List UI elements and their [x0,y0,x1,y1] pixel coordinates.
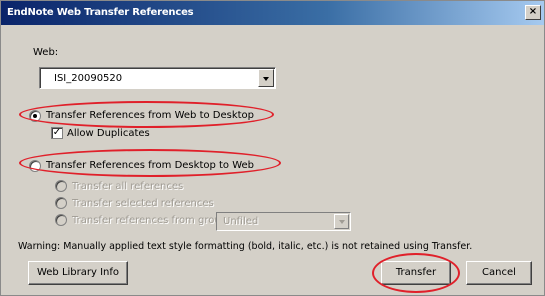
desktop-to-web-label: Transfer References from Desktop to Web [46,160,255,171]
web-library-info-button[interactable]: Web Library Info [28,261,128,285]
dialog-body: Web: ISI_20090520 Transfer References fr… [6,25,539,293]
radio-transfer-all[interactable] [55,180,67,192]
web-label: Web: [33,47,59,58]
cancel-button[interactable]: Cancel [466,261,532,285]
title-bar[interactable]: EndNote Web Transfer References × [1,1,544,25]
transfer-all-label: Transfer all references [72,181,184,192]
group-select[interactable]: Unfiled [216,212,351,231]
radio-transfer-group[interactable] [55,214,67,226]
warning-text: Warning: Manually applied text style for… [18,241,473,252]
transfer-selected-label: Transfer selected references [72,198,214,209]
allow-duplicates-checkbox[interactable]: ✓ [51,127,63,139]
web-to-desktop-label: Transfer References from Web to Desktop [46,110,255,121]
allow-duplicates-label: Allow Duplicates [67,128,150,139]
chevron-down-icon[interactable] [258,69,274,87]
chevron-down-icon[interactable] [334,214,349,229]
group-select-value: Unfiled [223,216,259,227]
transfer-group-label: Transfer references from group [72,215,228,226]
radio-transfer-selected[interactable] [55,197,67,209]
radio-desktop-to-web[interactable] [29,160,41,172]
window-title: EndNote Web Transfer References [7,7,194,18]
transfer-button[interactable]: Transfer [381,261,451,285]
transfer-dialog: EndNote Web Transfer References × Web: I… [0,0,545,296]
close-icon[interactable]: × [525,5,541,20]
web-select-value: ISI_20090520 [54,73,123,84]
radio-web-to-desktop[interactable] [29,110,41,122]
web-select[interactable]: ISI_20090520 [39,67,276,89]
